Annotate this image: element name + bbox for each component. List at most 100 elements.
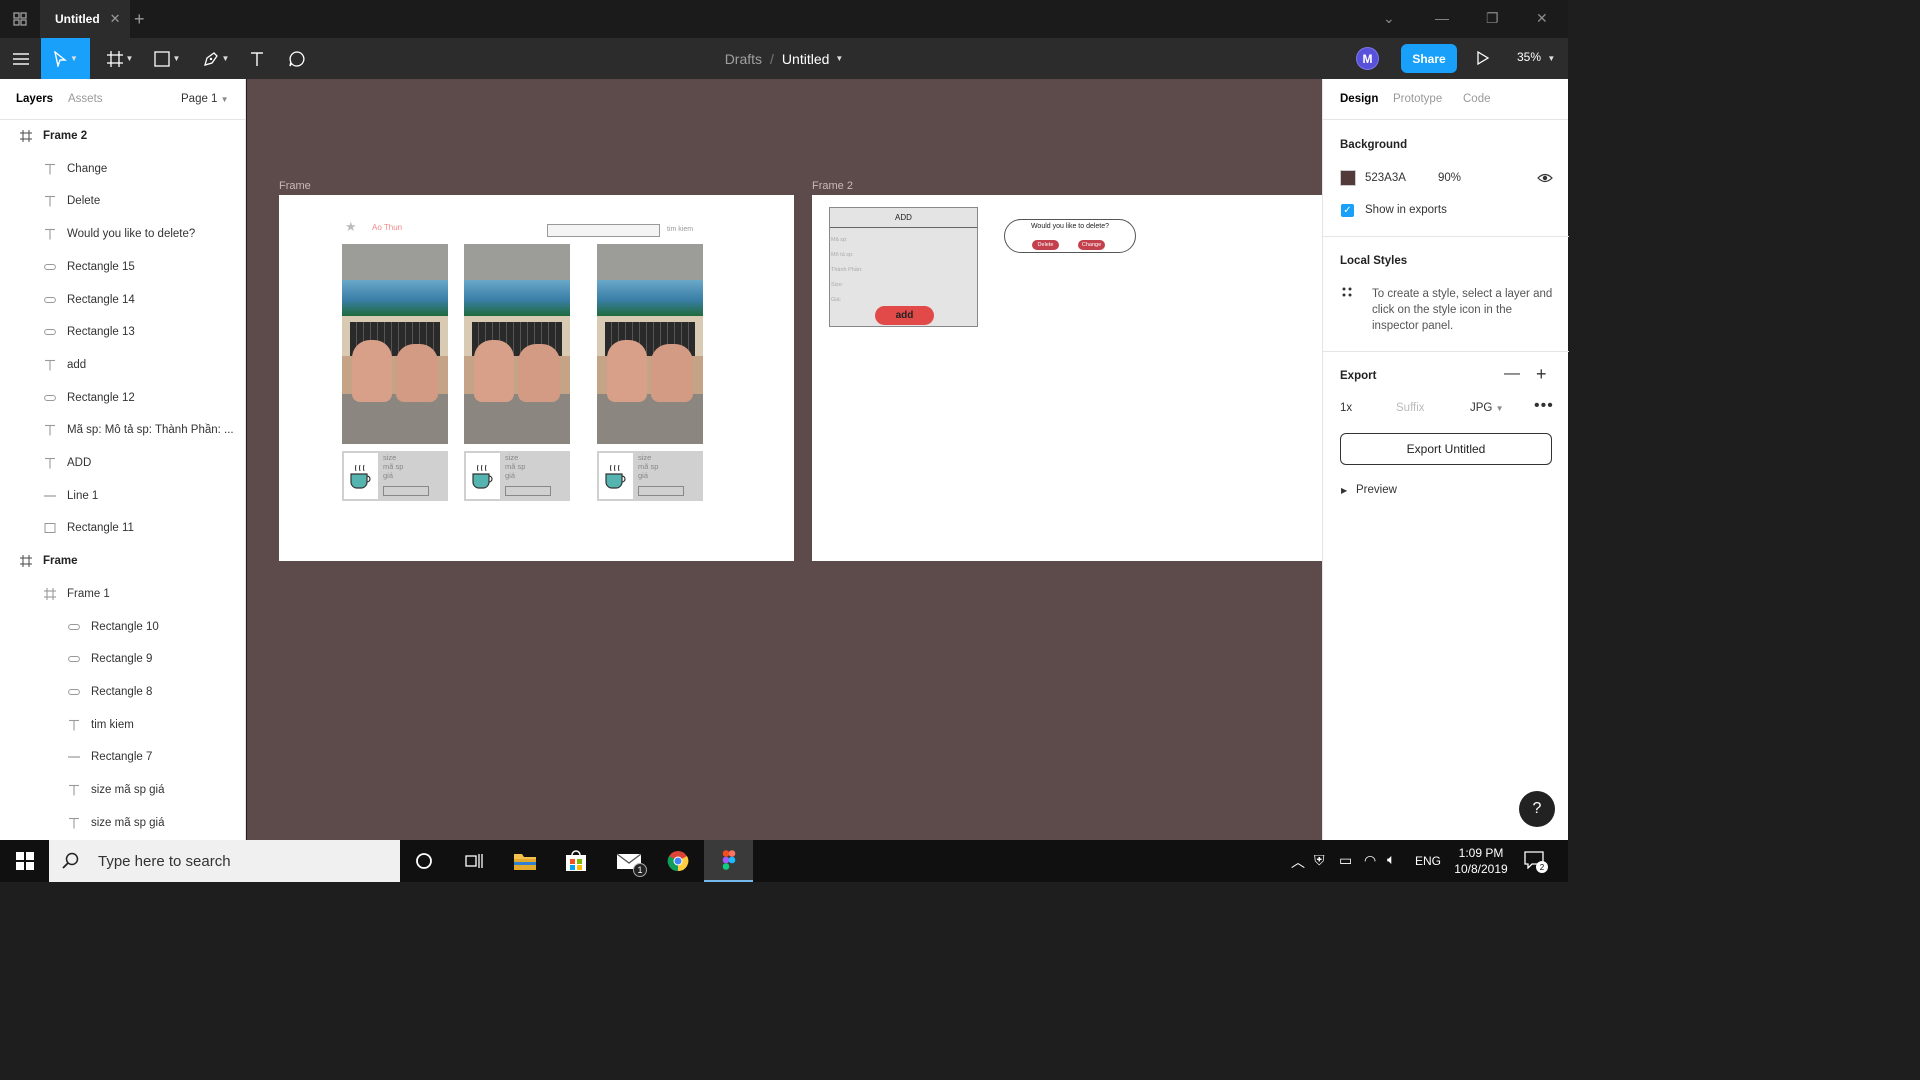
- zoom-dropdown[interactable]: 35% ▼: [1517, 50, 1555, 64]
- add-export-icon[interactable]: +: [1536, 364, 1547, 385]
- help-button[interactable]: ?: [1519, 791, 1555, 827]
- close-window-icon[interactable]: ✕: [1536, 10, 1548, 27]
- layer-row[interactable]: Rectangle 12: [0, 382, 245, 414]
- layer-row[interactable]: Mã sp: Mô tả sp: Thành Phần: ...: [0, 414, 245, 446]
- tab-design[interactable]: Design: [1340, 93, 1378, 105]
- tab-layers[interactable]: Layers: [16, 93, 53, 105]
- microsoft-store-icon[interactable]: [556, 840, 596, 882]
- chevron-down-icon[interactable]: ⌄: [1383, 10, 1395, 27]
- avatar[interactable]: M: [1356, 47, 1379, 70]
- export-format-dropdown[interactable]: JPG ▼: [1470, 402, 1504, 414]
- frame-icon: [19, 129, 33, 143]
- layer-row[interactable]: tim kiem: [0, 709, 245, 741]
- background-swatch[interactable]: [1340, 170, 1356, 186]
- layer-row[interactable]: Frame: [0, 545, 245, 577]
- field-composition: Thành Phần:: [831, 267, 863, 273]
- figma-taskbar-icon[interactable]: [704, 840, 753, 882]
- layer-row[interactable]: Frame 2: [0, 120, 245, 152]
- restore-icon[interactable]: ❐: [1486, 10, 1499, 27]
- task-view-icon[interactable]: [454, 840, 494, 882]
- layer-row[interactable]: size mã sp giá: [0, 807, 245, 839]
- present-play-icon[interactable]: [1476, 50, 1490, 66]
- field-price: Giá:: [831, 297, 842, 303]
- export-button[interactable]: Export Untitled: [1340, 433, 1552, 465]
- layer-row[interactable]: Rectangle 11: [0, 512, 245, 544]
- chrome-icon[interactable]: [658, 840, 698, 882]
- wifi-icon[interactable]: ◠: [1364, 852, 1376, 869]
- layer-row[interactable]: Change: [0, 153, 245, 185]
- breadcrumb-drafts[interactable]: Drafts: [725, 51, 762, 67]
- layer-row[interactable]: Delete: [0, 185, 245, 217]
- background-title: Background: [1340, 139, 1408, 151]
- file-tab[interactable]: Untitled ✕: [40, 0, 130, 38]
- layer-row[interactable]: Rectangle 13: [0, 316, 245, 348]
- close-tab-icon[interactable]: ✕: [110, 11, 121, 27]
- export-format: JPG: [1470, 402, 1493, 414]
- layer-row[interactable]: Line 1: [0, 480, 245, 512]
- notifications-icon[interactable]: 2: [1524, 851, 1548, 873]
- file-menu-chevron-icon[interactable]: ▼: [835, 54, 843, 63]
- preview-chevron-icon[interactable]: ▶: [1341, 486, 1347, 495]
- more-options-icon[interactable]: •••: [1534, 397, 1554, 415]
- tab-prototype[interactable]: Prototype: [1393, 93, 1442, 105]
- layer-label: Rectangle 9: [91, 653, 153, 666]
- dialog-change-button[interactable]: Change: [1078, 240, 1105, 250]
- layer-row[interactable]: size mã sp giá: [0, 774, 245, 806]
- frame-label[interactable]: Frame: [279, 180, 311, 192]
- layer-row[interactable]: Rectangle 8: [0, 676, 245, 708]
- product-info: size mã sp giá: [342, 451, 448, 501]
- frame-artboard[interactable]: ★ Ao Thun tim kiem size mã sp giá size mã s…: [279, 195, 794, 561]
- text-icon: [67, 718, 81, 732]
- ellipse-icon: [67, 620, 81, 634]
- minimize-icon[interactable]: —: [1435, 10, 1449, 26]
- info-size: size: [638, 453, 652, 462]
- layer-row[interactable]: add: [0, 349, 245, 381]
- layer-row[interactable]: Rectangle 10: [0, 611, 245, 643]
- frame2-artboard[interactable]: ADD Mã sp: Mô tả sp: Thành Phần: Size: G…: [812, 195, 1322, 561]
- mail-icon[interactable]: 1: [607, 840, 651, 882]
- file-explorer-icon[interactable]: [505, 840, 545, 882]
- background-hex[interactable]: 523A3A: [1365, 172, 1406, 184]
- windows-start-icon[interactable]: [0, 840, 49, 882]
- product-image: [342, 244, 448, 444]
- layer-label: Rectangle 12: [67, 391, 135, 404]
- layer-label: tim kiem: [91, 718, 134, 731]
- new-tab-icon[interactable]: +: [134, 9, 145, 30]
- clock[interactable]: 1:09 PM 10/8/2019: [1451, 845, 1511, 877]
- show-hidden-icons-chevron-icon[interactable]: ︿: [1291, 852, 1305, 872]
- layer-row[interactable]: Frame 1: [0, 578, 245, 610]
- layer-row[interactable]: ADD: [0, 447, 245, 479]
- language-indicator[interactable]: ENG: [1415, 854, 1441, 868]
- search-box[interactable]: [547, 224, 660, 237]
- page-selector[interactable]: Page 1 ▼: [181, 93, 229, 105]
- tab-code[interactable]: Code: [1463, 93, 1491, 105]
- layer-row[interactable]: Rectangle 9: [0, 643, 245, 675]
- info-price: giá: [638, 471, 649, 480]
- show-in-exports-checkbox[interactable]: ✓: [1341, 204, 1354, 217]
- add-button[interactable]: add: [875, 306, 934, 325]
- app-grid-icon[interactable]: [13, 12, 27, 26]
- dialog-delete-button[interactable]: Delete: [1032, 240, 1059, 250]
- volume-icon[interactable]: 🔈︎: [1387, 851, 1395, 868]
- preview-toggle[interactable]: Preview: [1356, 484, 1397, 496]
- layer-row[interactable]: Rectangle 7: [0, 741, 245, 773]
- layer-row[interactable]: Would you like to delete?: [0, 218, 245, 250]
- battery-icon[interactable]: ▭: [1339, 852, 1352, 869]
- layer-row[interactable]: Rectangle 14: [0, 284, 245, 316]
- file-name[interactable]: Untitled: [782, 51, 829, 67]
- eye-icon[interactable]: [1537, 172, 1553, 184]
- info-size: size: [383, 453, 397, 462]
- share-button[interactable]: Share: [1401, 44, 1457, 73]
- layer-row[interactable]: Rectangle 15: [0, 251, 245, 283]
- frame2-label[interactable]: Frame 2: [812, 180, 853, 192]
- defender-icon[interactable]: ⛨: [1314, 852, 1325, 869]
- export-scale[interactable]: 1x: [1340, 402, 1352, 414]
- background-opacity[interactable]: 90%: [1438, 172, 1461, 184]
- remove-export-icon[interactable]: —: [1504, 365, 1520, 383]
- tab-assets[interactable]: Assets: [68, 93, 103, 105]
- cortana-icon[interactable]: [404, 840, 444, 882]
- taskbar-search[interactable]: Type here to search: [49, 840, 400, 882]
- line-icon: [67, 750, 81, 764]
- canvas[interactable]: Frame Frame 2 ★ Ao Thun tim kiem size mã …: [247, 79, 1322, 840]
- export-suffix-input[interactable]: Suffix: [1396, 402, 1425, 414]
